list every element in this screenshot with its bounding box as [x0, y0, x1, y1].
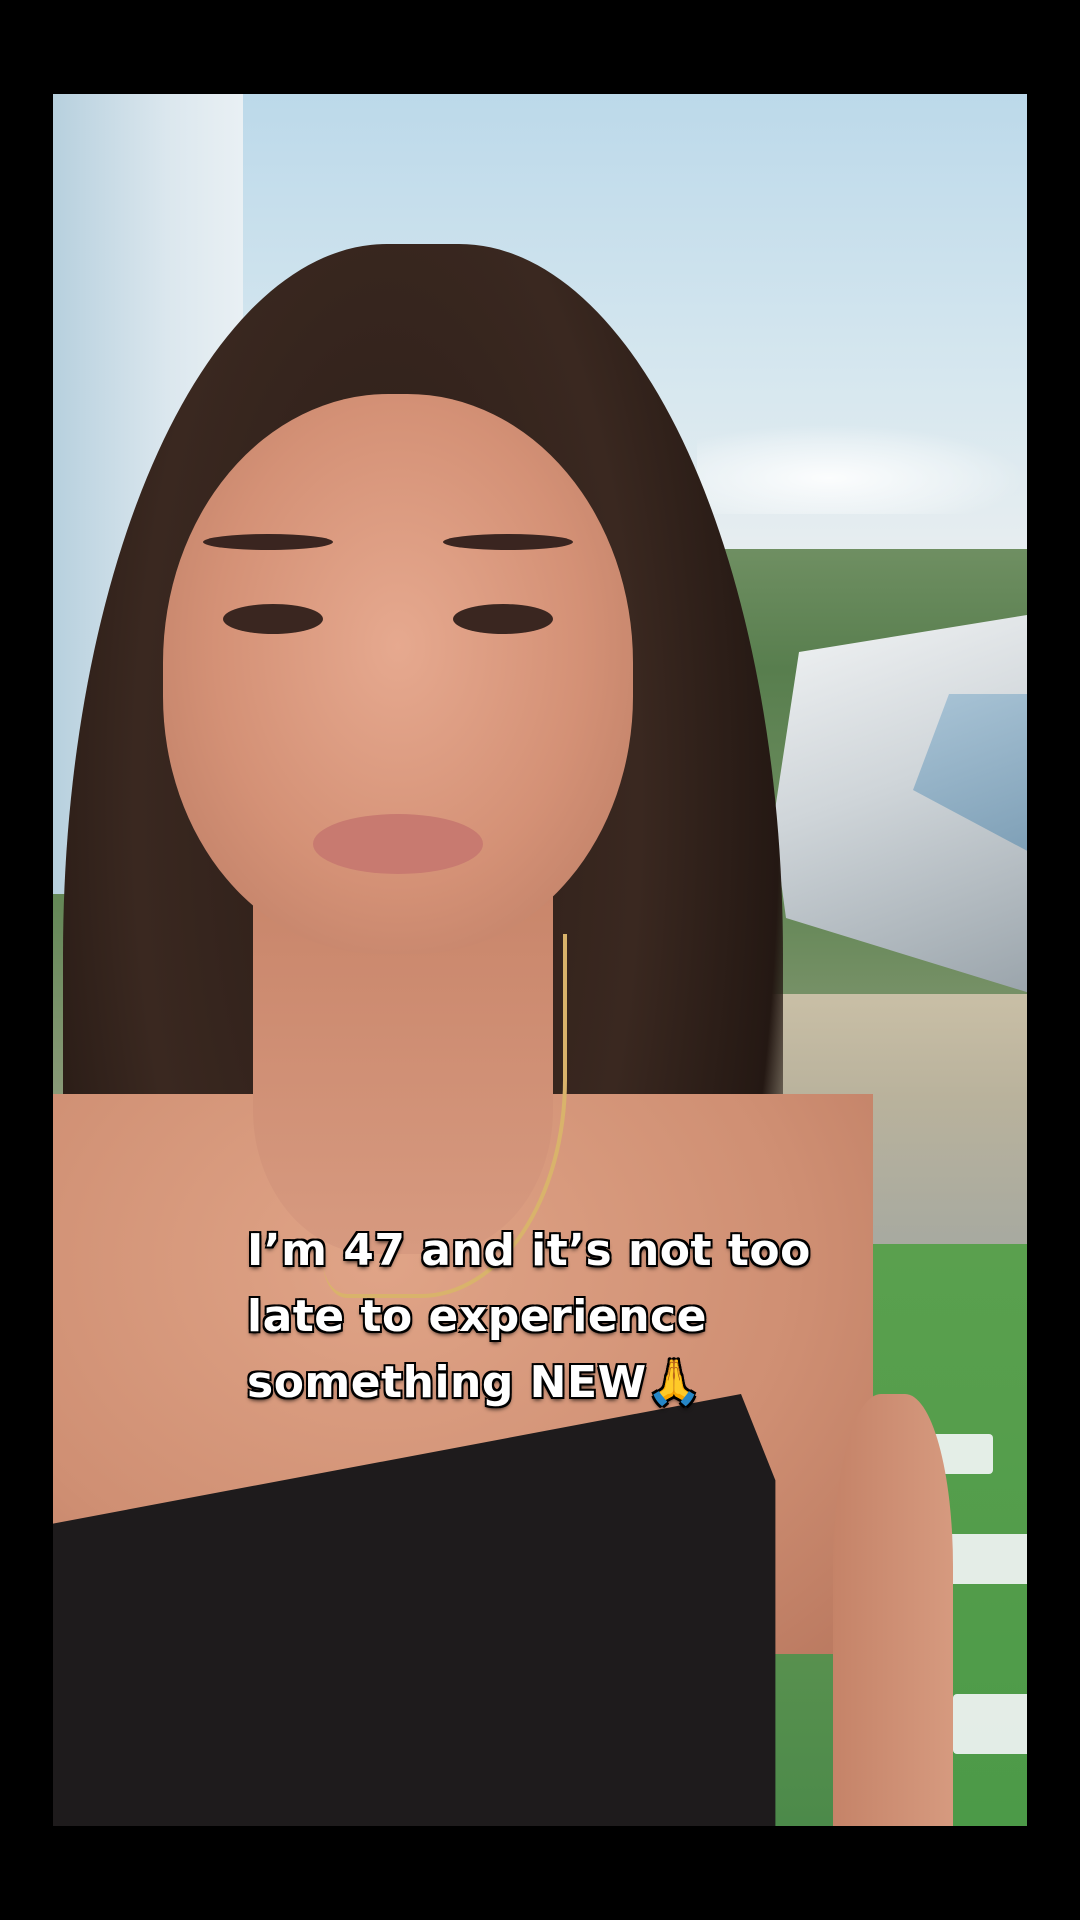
clouds: [697, 424, 1027, 514]
video-frame[interactable]: [53, 94, 1027, 1826]
right-eye: [453, 604, 553, 634]
arm: [833, 1394, 953, 1826]
left-eyebrow: [203, 534, 333, 550]
lips: [313, 814, 483, 874]
caption-line-3: something NEW🙏: [247, 1357, 702, 1408]
video-caption: I’m 47 and it’s not too late to experien…: [247, 1218, 867, 1416]
left-eye: [223, 604, 323, 634]
caption-line-1: I’m 47 and it’s not too: [247, 1225, 811, 1276]
right-eyebrow: [443, 534, 573, 550]
caption-line-2: late to experience: [247, 1291, 707, 1342]
event-tent: [953, 1694, 1027, 1754]
